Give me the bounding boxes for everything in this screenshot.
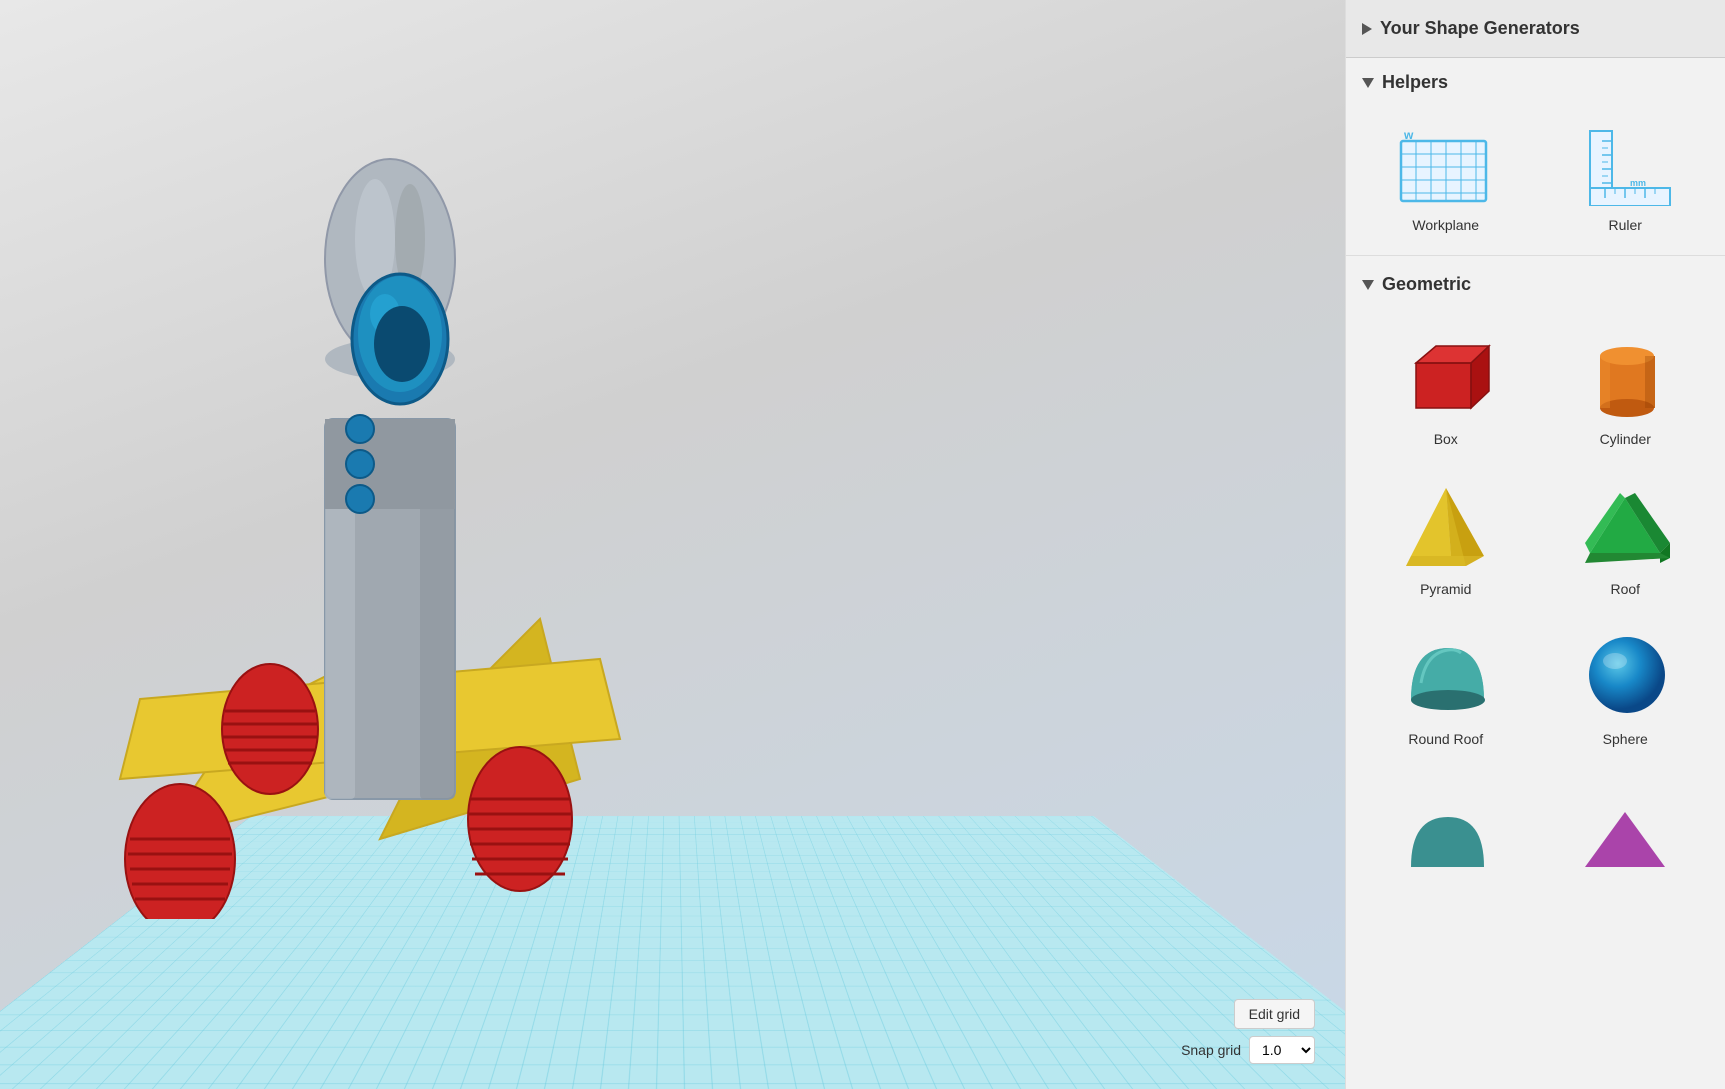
helpers-collapse-icon (1362, 78, 1374, 88)
edit-grid-button[interactable]: Edit grid (1234, 999, 1315, 1029)
workplane-icon: w (1391, 121, 1501, 211)
shape-generators-header[interactable]: Your Shape Generators (1346, 0, 1725, 58)
partial-shape-1[interactable] (1358, 775, 1534, 899)
sphere-shape-item[interactable]: Sphere (1538, 613, 1714, 759)
pyramid-shape-item[interactable]: Pyramid (1358, 463, 1534, 609)
snap-grid-row: Snap grid 1.0 0.1 0.5 2.0 5.0 10.0 (1181, 1036, 1315, 1064)
expand-icon (1362, 23, 1372, 35)
box-shape-item[interactable]: Box (1358, 313, 1534, 459)
right-panel: Your Shape Generators Helpers (1345, 0, 1725, 1089)
round-roof-label: Round Roof (1408, 731, 1483, 747)
shape-grid: Box Cylinder (1346, 305, 1725, 767)
roof-icon (1570, 475, 1680, 575)
divider-1 (1346, 255, 1725, 256)
shape-generators-title: Your Shape Generators (1380, 18, 1580, 39)
snap-grid-select[interactable]: 1.0 0.1 0.5 2.0 5.0 10.0 (1249, 1036, 1315, 1064)
pyramid-label: Pyramid (1420, 581, 1471, 597)
round-roof-shape-item[interactable]: Round Roof (1358, 613, 1534, 759)
box-label: Box (1434, 431, 1458, 447)
geometric-title: Geometric (1382, 274, 1471, 295)
cylinder-shape-item[interactable]: Cylinder (1538, 313, 1714, 459)
main-viewport[interactable]: Edit grid Snap grid 1.0 0.1 0.5 2.0 5.0 … (0, 0, 1345, 1089)
rocket-model (60, 139, 660, 889)
geometric-collapse-icon (1362, 280, 1374, 290)
cylinder-label: Cylinder (1600, 431, 1651, 447)
round-roof-icon (1391, 625, 1501, 725)
workplane-item[interactable]: w Workplane (1358, 111, 1534, 243)
snap-grid-label: Snap grid (1181, 1042, 1241, 1058)
svg-text:mm: mm (1630, 178, 1646, 188)
helpers-grid: w Workplane (1346, 103, 1725, 251)
helpers-title: Helpers (1382, 72, 1448, 93)
cylinder-icon (1570, 325, 1680, 425)
sphere-icon (1570, 625, 1680, 725)
roof-label: Roof (1610, 581, 1640, 597)
pyramid-icon (1391, 475, 1501, 575)
ruler-label: Ruler (1609, 217, 1642, 233)
roof-shape-item[interactable]: Roof (1538, 463, 1714, 609)
box-icon (1391, 325, 1501, 425)
partial-shape-1-icon (1391, 787, 1501, 887)
partial-shape-2[interactable] (1538, 775, 1714, 899)
helpers-section-header[interactable]: Helpers (1346, 58, 1725, 103)
ruler-icon: mm (1570, 121, 1680, 211)
sphere-label: Sphere (1603, 731, 1648, 747)
geometric-section-header[interactable]: Geometric (1346, 260, 1725, 305)
bottom-partial-shapes (1346, 767, 1725, 907)
partial-shape-2-icon (1570, 787, 1680, 887)
ruler-item[interactable]: mm Ruler (1538, 111, 1714, 243)
workplane-label: Workplane (1412, 217, 1479, 233)
